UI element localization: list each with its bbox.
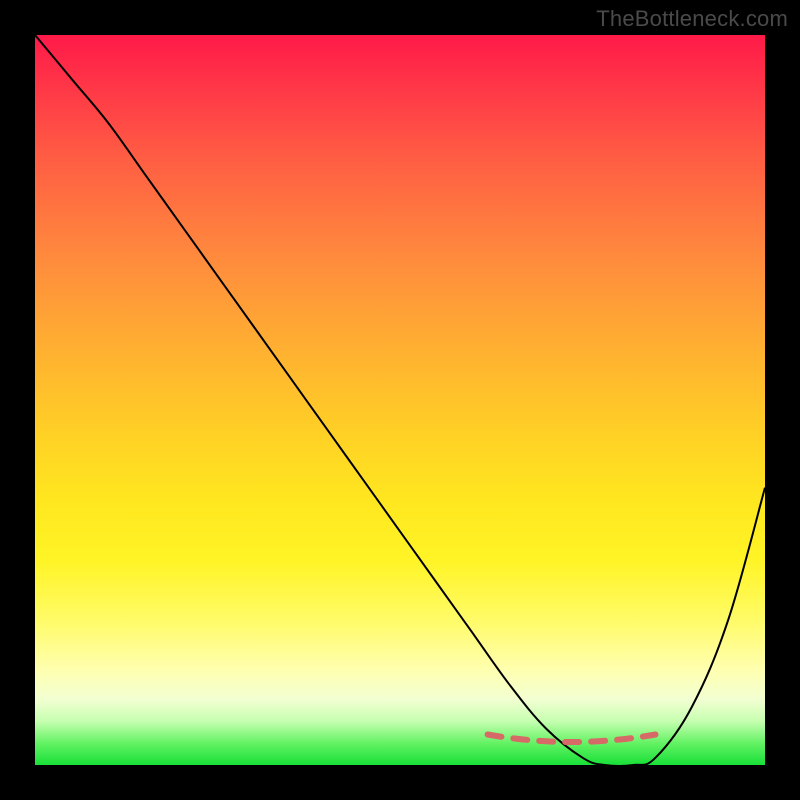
watermark-label: TheBottleneck.com — [596, 6, 788, 32]
plot-area — [35, 35, 765, 765]
bottleneck-curve — [35, 35, 765, 766]
curve-svg — [35, 35, 765, 765]
highlight-dash — [488, 735, 656, 743]
chart-container: TheBottleneck.com — [0, 0, 800, 800]
